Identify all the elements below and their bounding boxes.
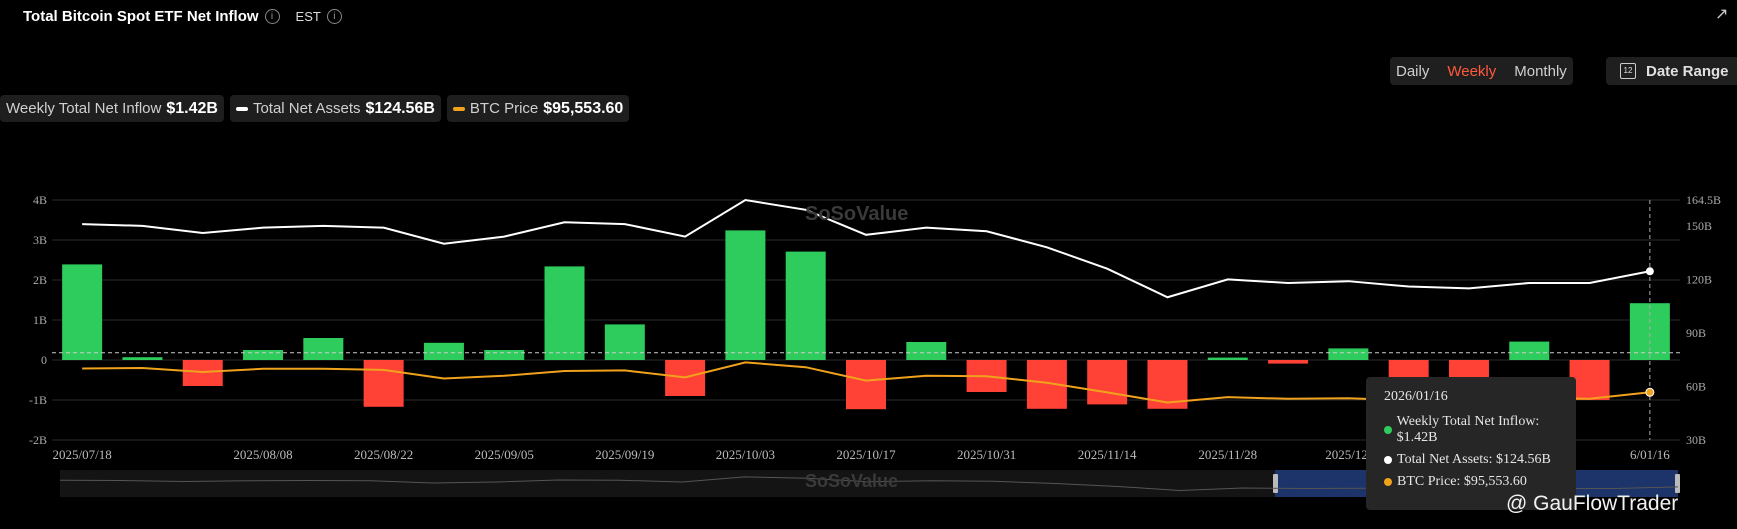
y-left-tick: -2B — [29, 433, 47, 447]
tooltip-dot-price — [1384, 478, 1392, 486]
chart-tooltip: 2026/01/16 Weekly Total Net Inflow: $1.4… — [1366, 377, 1576, 510]
tooltip-assets-text: Total Net Assets: $124.56B — [1397, 452, 1551, 467]
inflow-bar — [1328, 348, 1369, 360]
navigator-handle-left — [1273, 474, 1278, 493]
x-tick-label: 2025/08/22 — [354, 447, 413, 462]
inflow-bar — [1268, 360, 1309, 364]
x-tick-label: 2025/08/08 — [233, 447, 292, 462]
y-left-tick: 3B — [33, 233, 47, 247]
inflow-bar — [303, 338, 344, 360]
y-left-tick: 2B — [33, 273, 47, 287]
y-left-tick: 1B — [33, 313, 47, 327]
inflow-bar — [1087, 360, 1128, 405]
y-right-tick: 30B — [1686, 433, 1706, 447]
navigator-brand-watermark: SoSoValue — [805, 471, 898, 491]
inflow-bar — [423, 342, 464, 360]
tooltip-row-inflow: Weekly Total Net Inflow: $1.42B — [1384, 414, 1576, 446]
y-right-tick: 164.5B — [1686, 193, 1721, 207]
tooltip-inflow-text: Weekly Total Net Inflow: $1.42B — [1396, 414, 1540, 445]
inflow-bar — [725, 230, 766, 360]
inflow-bar — [785, 251, 826, 360]
inflow-bar — [846, 360, 886, 410]
btc-price-marker — [1645, 387, 1655, 397]
x-tick-label: 2025/12/ — [1325, 447, 1372, 462]
x-tick-label: 2025/11/28 — [1198, 447, 1257, 462]
inflow-bar — [122, 357, 163, 360]
brand-watermark: SoSoValue — [805, 203, 908, 225]
y-right-tick: 150B — [1686, 219, 1712, 233]
x-tick-label: 2025/10/17 — [836, 447, 896, 462]
inflow-bar — [62, 264, 103, 360]
tooltip-dot-assets — [1384, 456, 1392, 464]
y-right-tick: 90B — [1686, 326, 1706, 340]
x-tick-label: 2025/11/14 — [1078, 447, 1137, 462]
inflow-bar — [604, 324, 645, 360]
navigator-handle-right — [1675, 474, 1680, 493]
inflow-bar — [1207, 357, 1248, 360]
x-tick-label: 2025/07/18 — [53, 447, 112, 462]
y-left-tick: 0 — [41, 353, 47, 367]
x-tick-label: 2025/09/19 — [595, 447, 654, 462]
tooltip-row-price: BTC Price: $95,553.60 — [1384, 474, 1576, 490]
x-tick-label: 2025/10/03 — [716, 447, 775, 462]
y-right-tick: 120B — [1686, 272, 1712, 286]
inflow-bar — [243, 350, 284, 360]
y-right-tick: 60B — [1686, 379, 1706, 393]
y-left-tick: 4B — [33, 193, 47, 207]
inflow-bar — [1509, 341, 1550, 360]
tooltip-row-assets: Total Net Assets: $124.56B — [1384, 452, 1576, 468]
inflow-bar — [484, 350, 525, 360]
x-tick-label: 6/01/16 — [1630, 447, 1670, 462]
tooltip-dot-inflow — [1384, 426, 1392, 434]
y-left-tick: -1B — [29, 393, 47, 407]
x-tick-label: 2025/10/31 — [957, 447, 1016, 462]
inflow-bar — [906, 342, 947, 360]
x-tick-label: 2025/09/05 — [475, 447, 534, 462]
inflow-bar — [363, 360, 404, 407]
inflow-bar — [544, 266, 585, 360]
net-assets-marker — [1645, 267, 1654, 276]
author-watermark: @ GauFlowTrader — [1506, 492, 1679, 515]
inflow-bar — [1629, 303, 1670, 360]
tooltip-date: 2026/01/16 — [1384, 389, 1448, 404]
tooltip-price-text: BTC Price: $95,553.60 — [1397, 474, 1527, 489]
